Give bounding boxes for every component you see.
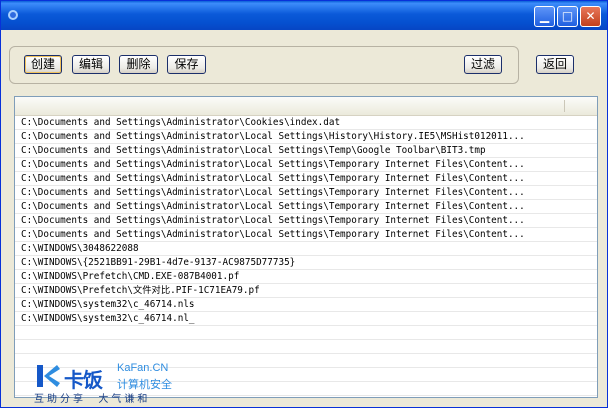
brand-name-en: KaFan.CN — [117, 362, 169, 374]
filter-button[interactable]: 过滤 — [464, 55, 502, 74]
list-item[interactable]: C:\WINDOWS\3048622088 — [15, 242, 597, 256]
back-button[interactable]: 返回 — [536, 55, 574, 74]
create-button[interactable]: 创建 — [24, 55, 62, 74]
list-item[interactable]: C:\WINDOWS\Prefetch\文件对比.PIF-1C71EA79.pf — [15, 284, 597, 298]
save-button[interactable]: 保存 — [167, 55, 206, 74]
file-list[interactable]: C:\Documents and Settings\Administrator\… — [14, 96, 598, 398]
list-item[interactable]: C:\Documents and Settings\Administrator\… — [15, 172, 597, 186]
close-button[interactable]: ✕ — [580, 6, 601, 27]
list-item[interactable]: C:\Documents and Settings\Administrator\… — [15, 186, 597, 200]
minimize-button[interactable]: ▁ — [534, 6, 555, 27]
list-item[interactable]: C:\Documents and Settings\Administrator\… — [15, 200, 597, 214]
column-divider[interactable] — [564, 100, 565, 112]
list-item[interactable]: C:\WINDOWS\{2521BB91-29B1-4d7e-9137-AC98… — [15, 256, 597, 270]
delete-button[interactable]: 删除 — [119, 55, 158, 74]
edit-button[interactable]: 编辑 — [72, 55, 110, 74]
title-bar[interactable]: ▁ □ ✕ — [1, 1, 607, 30]
app-ring-icon[interactable] — [8, 10, 18, 20]
list-item[interactable]: C:\WINDOWS\system32\c_46714.nls — [15, 298, 597, 312]
app-window: ▁ □ ✕ 创建 编辑 删除 保存 过滤 返回 C:\Documents and… — [0, 0, 608, 408]
list-item[interactable]: C:\Documents and Settings\Administrator\… — [15, 116, 597, 130]
kafan-logo-icon — [37, 365, 60, 387]
list-item[interactable]: C:\WINDOWS\Prefetch\CMD.EXE-087B4001.pf — [15, 270, 597, 284]
list-item[interactable]: C:\Documents and Settings\Administrator\… — [15, 130, 597, 144]
empty-row — [15, 326, 597, 340]
list-item[interactable]: C:\WINDOWS\system32\c_46714.nl_ — [15, 312, 597, 326]
list-rows: C:\Documents and Settings\Administrator\… — [15, 116, 597, 397]
list-column-header[interactable] — [15, 97, 597, 116]
list-item[interactable]: C:\Documents and Settings\Administrator\… — [15, 214, 597, 228]
empty-row — [15, 340, 597, 354]
kafan-watermark: 卡饭 KaFan.CN 计算机安全 互助分享 大气谦和 — [31, 361, 181, 405]
brand-name-cn: 卡饭 — [64, 368, 103, 392]
list-item[interactable]: C:\Documents and Settings\Administrator\… — [15, 228, 597, 242]
list-item[interactable]: C:\Documents and Settings\Administrator\… — [15, 144, 597, 158]
maximize-button[interactable]: □ — [557, 6, 578, 27]
list-item[interactable]: C:\Documents and Settings\Administrator\… — [15, 158, 597, 172]
brand-slogan: 互助分享 大气谦和 — [34, 394, 151, 405]
